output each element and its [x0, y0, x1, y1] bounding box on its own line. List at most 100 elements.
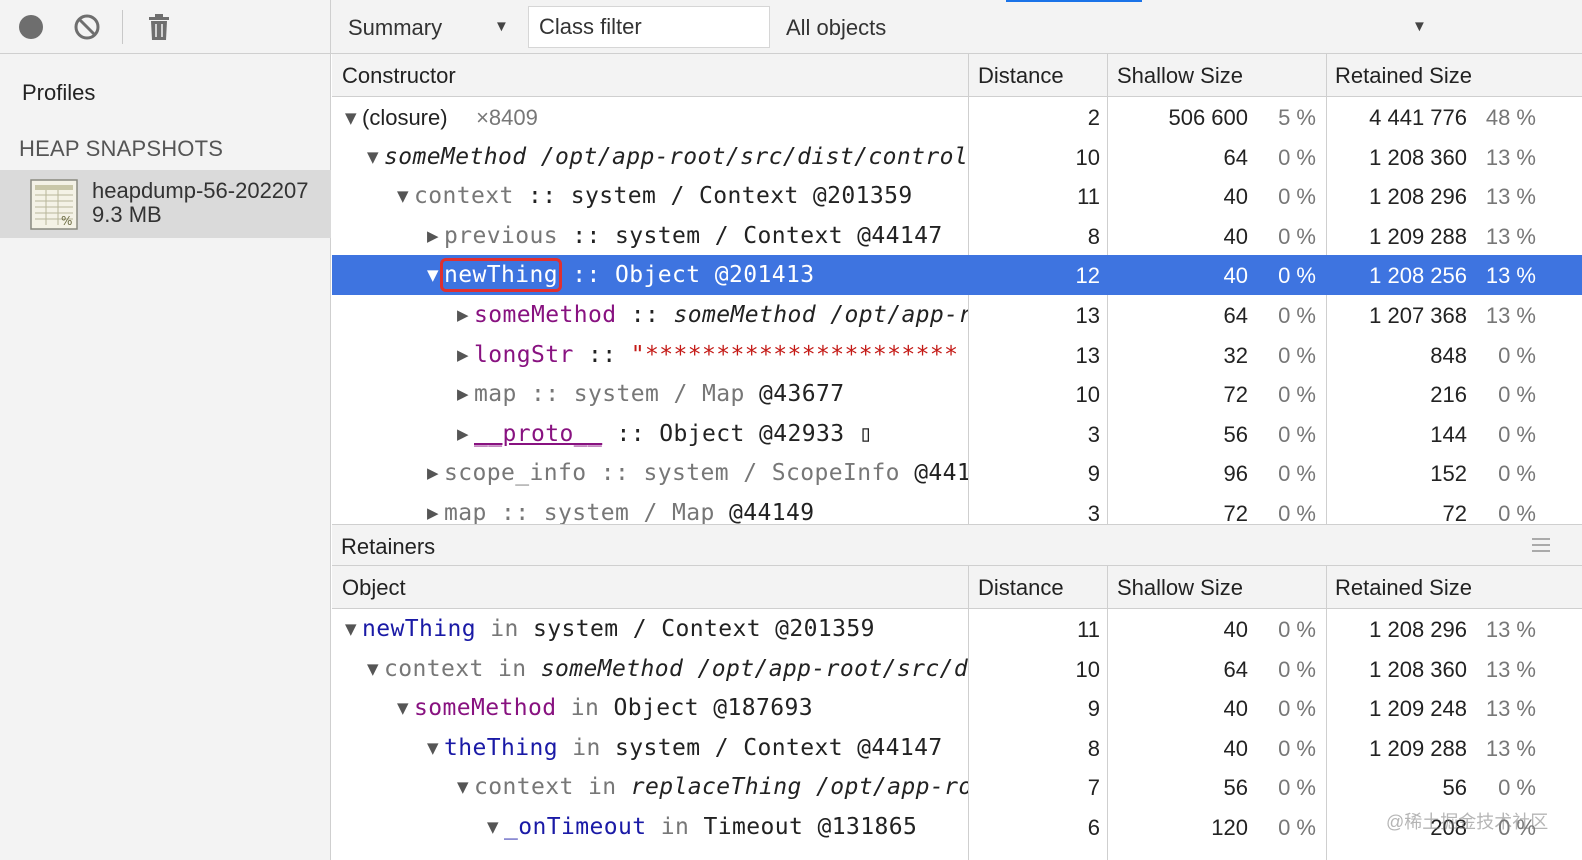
trash-icon[interactable] — [143, 11, 175, 43]
table-row[interactable]: ▶ previous :: system / Context @44147 8 4… — [332, 216, 1582, 256]
node-name: someMethod /opt/app-root/src/dist/contro… — [384, 143, 968, 170]
retained-percent-cell: 0 % — [1498, 461, 1536, 487]
table-row[interactable]: ▶ map :: system / Map @43677 10 72 0 % 21… — [332, 374, 1582, 414]
distance-cell: 13 — [1075, 342, 1100, 368]
header-distance[interactable]: Distance — [978, 575, 1064, 601]
node-name: (closure) — [362, 105, 448, 130]
snapshot-size: 9.3 MB — [92, 202, 162, 227]
objects-select[interactable]: All objects ▼ — [776, 8, 1436, 48]
table-row[interactable]: ▼ context in replaceThing /opt/app-ro 7 5… — [332, 767, 1582, 807]
retained-percent-cell: 13 % — [1485, 223, 1536, 249]
node-separator: :: — [602, 420, 660, 447]
clear-icon[interactable] — [71, 11, 103, 43]
expanded-triangle-icon[interactable]: ▼ — [424, 255, 442, 295]
header-shallow-size[interactable]: Shallow Size — [1117, 63, 1243, 89]
expanded-triangle-icon[interactable]: ▼ — [342, 98, 360, 137]
toolbar-separator — [122, 10, 123, 44]
node-type: system / Map — [543, 499, 729, 524]
table-row[interactable]: ▼ someMethod /opt/app-root/src/dist/contr… — [332, 137, 1582, 177]
node-count: ×8409 — [476, 105, 538, 130]
node-type: Object @187693 — [613, 695, 813, 722]
node-separator: in — [483, 655, 541, 682]
shallow-size-cell: 72 — [1223, 382, 1248, 408]
table-row[interactable]: ▶ __proto__ :: Object @42933 ▯ 3 56 0 % 1… — [332, 414, 1582, 454]
shallow-size-cell: 40 — [1223, 223, 1248, 249]
expanded-triangle-icon[interactable]: ▼ — [394, 176, 412, 216]
table-row[interactable]: ▼ newThing in system / Context @201359 11… — [332, 609, 1582, 649]
retained-percent-cell: 13 % — [1485, 656, 1536, 682]
collapsed-triangle-icon[interactable]: ▶ — [424, 493, 442, 524]
table-row[interactable]: ▶ longStr :: "********************** 13 3… — [332, 335, 1582, 375]
header-retained-size[interactable]: Retained Size — [1335, 575, 1472, 601]
node-name: someMethod — [474, 301, 617, 328]
header-constructor[interactable]: Constructor — [342, 63, 456, 89]
collapsed-triangle-icon[interactable]: ▶ — [424, 216, 442, 256]
expanded-triangle-icon[interactable]: ▼ — [424, 728, 442, 768]
retained-percent-cell: 0 % — [1498, 775, 1536, 801]
distance-cell: 7 — [1087, 775, 1100, 801]
node-name: context — [414, 183, 514, 210]
expanded-triangle-icon[interactable]: ▼ — [342, 609, 360, 649]
shallow-percent-cell: 0 % — [1278, 735, 1316, 761]
node-type: system / Map — [573, 381, 759, 408]
retained-size-cell: 1 208 296 — [1369, 184, 1467, 210]
shallow-percent-cell: 0 % — [1278, 382, 1316, 408]
distance-cell: 11 — [1077, 617, 1100, 642]
collapsed-triangle-icon[interactable]: ▶ — [424, 453, 442, 493]
string-value: "********************** — [630, 341, 959, 368]
header-shallow-size[interactable]: Shallow Size — [1117, 575, 1243, 601]
expanded-triangle-icon[interactable]: ▼ — [364, 137, 382, 177]
svg-text:%: % — [61, 214, 72, 228]
retained-percent-cell: 0 % — [1498, 421, 1536, 447]
table-row[interactable]: ▶ map :: system / Map @44149 3 72 0 % 72 … — [332, 493, 1582, 524]
distance-cell: 10 — [1075, 382, 1100, 408]
retained-percent-cell: 48 % — [1485, 105, 1536, 130]
table-row[interactable]: ▶ someMethod :: someMethod /opt/app-r 13 … — [332, 295, 1582, 335]
selected-table-row[interactable]: ▼ newThing :: Object @201413 12 40 0 % 1 … — [332, 255, 1582, 295]
node-separator: :: — [516, 381, 574, 408]
retained-percent-cell: 13 % — [1485, 263, 1536, 289]
table-row[interactable]: ▼ context :: system / Context @201359 11 … — [332, 176, 1582, 216]
node-separator: :: — [486, 499, 544, 524]
node-separator: in — [573, 774, 631, 801]
node-name: longStr — [474, 341, 574, 368]
table-row[interactable]: ▼ (closure) ×8409 2 506 600 5 % 4 441 776… — [332, 97, 1582, 137]
distance-cell: 9 — [1087, 696, 1100, 722]
class-filter-input[interactable] — [528, 6, 770, 48]
expanded-triangle-icon[interactable]: ▼ — [484, 807, 502, 847]
table-row[interactable]: ▼ someMethod in Object @187693 9 40 0 % 1… — [332, 688, 1582, 728]
profiles-sidebar: Profiles HEAP SNAPSHOTS % heapdump-56-20… — [0, 54, 331, 860]
collapsed-triangle-icon[interactable]: ▶ — [454, 335, 472, 375]
expanded-triangle-icon[interactable]: ▼ — [394, 688, 412, 728]
snapshot-item[interactable]: % heapdump-56-202207 9.3 MB — [0, 170, 331, 238]
retained-size-cell: 1 209 248 — [1369, 696, 1467, 722]
node-name: __proto__ — [474, 420, 603, 447]
retainers-bar[interactable]: Retainers — [332, 524, 1582, 566]
header-distance[interactable]: Distance — [978, 63, 1064, 89]
node-id: @43677 — [758, 381, 845, 408]
retained-percent-cell: 0 % — [1498, 382, 1536, 408]
retained-size-cell: 144 — [1430, 421, 1467, 447]
shallow-percent-cell: 0 % — [1278, 617, 1316, 642]
drag-handle-icon[interactable] — [1532, 538, 1550, 556]
node-separator: :: — [573, 341, 631, 368]
header-retained-size[interactable]: Retained Size — [1335, 63, 1472, 89]
retained-size-cell: 1 209 288 — [1369, 223, 1467, 249]
table-row[interactable]: ▼ theThing in system / Context @44147 8 4… — [332, 728, 1582, 768]
record-icon[interactable] — [15, 11, 47, 43]
expanded-triangle-icon[interactable]: ▼ — [364, 649, 382, 689]
retained-size-cell: 848 — [1430, 342, 1467, 368]
header-object[interactable]: Object — [342, 575, 406, 601]
view-select[interactable]: Summary ▼ — [336, 8, 520, 48]
collapsed-triangle-icon[interactable]: ▶ — [454, 414, 472, 454]
shallow-size-cell: 64 — [1223, 302, 1248, 328]
table-row[interactable]: ▼ context in someMethod /opt/app-root/src… — [332, 649, 1582, 689]
shallow-percent-cell: 0 % — [1278, 656, 1316, 682]
shallow-percent-cell: 0 % — [1278, 342, 1316, 368]
collapsed-triangle-icon[interactable]: ▶ — [454, 374, 472, 414]
node-type: someMethod /opt/app-root/src/d — [540, 655, 968, 682]
node-name: context — [384, 655, 484, 682]
table-row[interactable]: ▶ scope_info :: system / ScopeInfo @441 9… — [332, 453, 1582, 493]
collapsed-triangle-icon[interactable]: ▶ — [454, 295, 472, 335]
expanded-triangle-icon[interactable]: ▼ — [454, 767, 472, 807]
